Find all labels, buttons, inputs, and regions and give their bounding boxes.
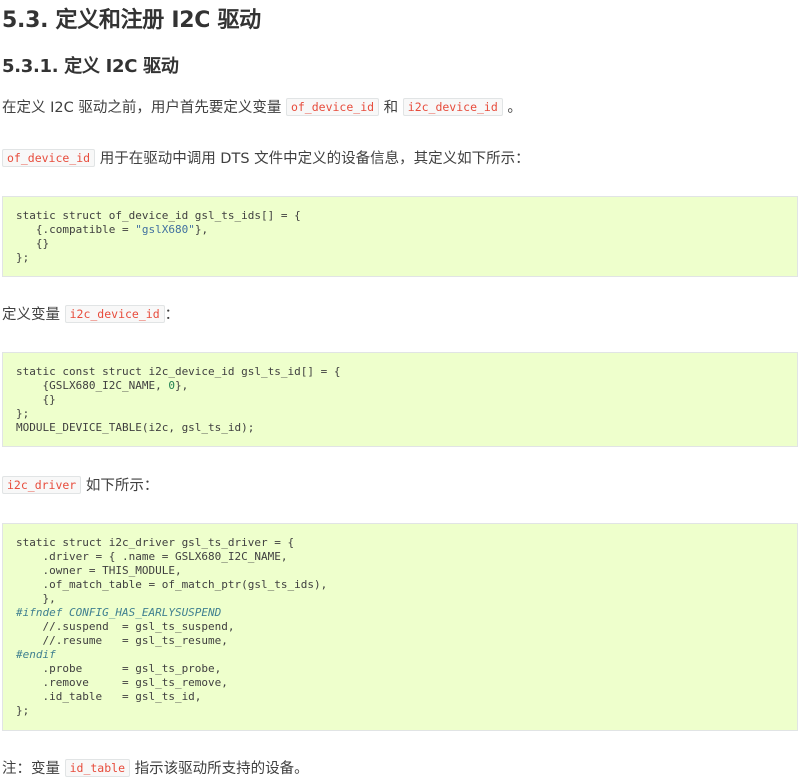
code-line: {GSLX680_I2C_NAME, xyxy=(16,379,169,392)
code-number: 0 xyxy=(168,379,175,392)
code-line: //.suspend = gsl_ts_suspend, xyxy=(16,620,235,633)
code-string: "gslX680" xyxy=(135,223,195,236)
inline-code-of-device-id-2: of_device_id xyxy=(2,149,96,167)
i2c-driver-paragraph: i2c_driver 如下所示： xyxy=(2,474,158,497)
of-device-id-text: 用于在驱动中调用 DTS 文件中定义的设备信息，其定义如下所示： xyxy=(95,151,530,167)
code-line: static struct of_device_id gsl_ts_ids[] … xyxy=(16,209,301,222)
code-line: {.compatible = xyxy=(16,223,136,236)
code-line: }, xyxy=(194,223,209,236)
inline-code-id-table: id_table xyxy=(64,759,130,777)
inline-code-i2c-driver: i2c_driver xyxy=(2,476,82,494)
intro-text-mid: 和 xyxy=(379,100,403,116)
note-text: 注：变量 xyxy=(2,761,65,777)
intro-paragraph: 在定义 I2C 驱动之前，用户首先要定义变量 of_device_id 和 i2… xyxy=(2,96,522,119)
code-line: .id_table = gsl_ts_id, xyxy=(16,690,202,703)
code-line: {} xyxy=(16,393,56,406)
inline-code-of-device-id: of_device_id xyxy=(285,98,380,116)
code-block-of-device-id: static struct of_device_id gsl_ts_ids[] … xyxy=(2,196,798,277)
code-block-i2c-device-id: static const struct i2c_device_id gsl_ts… xyxy=(2,352,798,447)
intro-text-before: 在定义 I2C 驱动之前，用户首先要定义变量 xyxy=(2,100,286,116)
note-text-after: 指示该驱动所支持的设备。 xyxy=(130,761,309,777)
code-line: .of_match_table = of_match_ptr(gsl_ts_id… xyxy=(16,578,328,591)
code-line: static struct i2c_driver gsl_ts_driver =… xyxy=(16,536,295,549)
code-line: }, xyxy=(174,379,189,392)
code-line: }; xyxy=(16,407,30,420)
i2c-device-id-text-after: ： xyxy=(164,307,180,323)
code-line: MODULE_DEVICE_TABLE(i2c, gsl_ts_id); xyxy=(16,421,255,434)
subsection-title: 5.3.1. 定义 I2C 驱动 xyxy=(2,56,179,77)
code-preprocessor: #ifndef CONFIG_HAS_EARLYSUSPEND xyxy=(16,606,222,619)
of-device-id-paragraph: of_device_id 用于在驱动中调用 DTS 文件中定义的设备信息，其定义… xyxy=(2,147,530,170)
code-line: .owner = THIS_MODULE, xyxy=(16,564,182,577)
inline-code-i2c-device-id-2: i2c_device_id xyxy=(64,305,165,323)
code-line: .driver = { .name = GSLX680_I2C_NAME, xyxy=(16,550,288,563)
code-line: }, xyxy=(16,592,56,605)
code-line: }; xyxy=(16,251,30,264)
code-preprocessor: #endif xyxy=(16,648,56,661)
code-line: }; xyxy=(16,704,30,717)
code-line: //.resume = gsl_ts_resume, xyxy=(16,634,228,647)
i2c-driver-text: 如下所示： xyxy=(81,478,159,494)
i2c-device-id-text: 定义变量 xyxy=(2,307,65,323)
note-paragraph: 注：变量 id_table 指示该驱动所支持的设备。 xyxy=(2,757,309,780)
code-line: .probe = gsl_ts_probe, xyxy=(16,662,222,675)
code-line: {} xyxy=(16,237,50,250)
code-line: static const struct i2c_device_id gsl_ts… xyxy=(16,365,341,378)
inline-code-i2c-device-id: i2c_device_id xyxy=(402,98,503,116)
section-title: 5.3. 定义和注册 I2C 驱动 xyxy=(2,8,261,33)
code-line: .remove = gsl_ts_remove, xyxy=(16,676,228,689)
intro-text-after: 。 xyxy=(502,100,522,116)
i2c-device-id-paragraph: 定义变量 i2c_device_id： xyxy=(2,303,179,326)
code-block-i2c-driver: static struct i2c_driver gsl_ts_driver =… xyxy=(2,523,798,731)
